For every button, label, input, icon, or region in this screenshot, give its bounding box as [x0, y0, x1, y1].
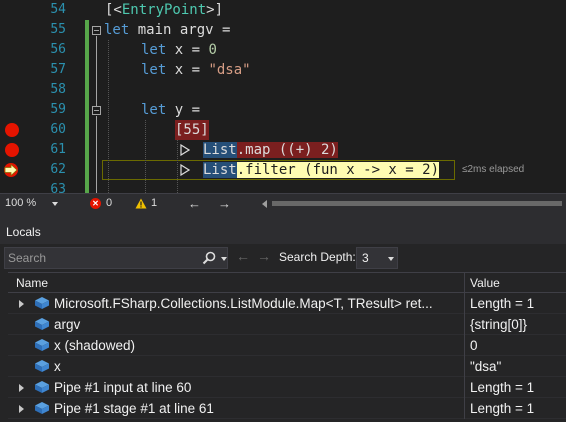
breakpoint-icon[interactable] [5, 123, 19, 137]
row-value[interactable]: Length = 1 [470, 401, 566, 416]
fold-guide [96, 116, 97, 193]
find-next-icon[interactable]: → [257, 248, 271, 264]
search-input[interactable] [8, 250, 193, 266]
expand-arrow-icon[interactable] [19, 384, 24, 392]
line-number: 60 [50, 122, 66, 137]
indent-guide [177, 140, 178, 193]
row-value[interactable]: 0 [470, 338, 566, 353]
row-name: Pipe #1 input at line 60 [54, 380, 192, 395]
zoom-dropdown-icon[interactable] [52, 202, 58, 206]
line-number: 57 [50, 62, 66, 77]
horizontal-scrollbar[interactable] [272, 201, 562, 206]
column-divider[interactable] [464, 273, 465, 293]
column-divider [464, 293, 465, 314]
row-name: x (shadowed) [54, 338, 136, 353]
variable-icon [35, 339, 49, 351]
navigate-backward-icon[interactable]: ← [188, 194, 201, 213]
row-name: Microsoft.FSharp.Collections.ListModule.… [54, 296, 433, 311]
row-value[interactable]: "dsa" [470, 359, 566, 374]
table-row[interactable]: Pipe #1 input at line 60 Length = 1 [8, 377, 566, 398]
code-text: let x = "dsa" [141, 62, 251, 78]
table-row[interactable]: x "dsa" [8, 356, 566, 377]
locals-title: Locals [6, 225, 41, 239]
column-divider [464, 356, 465, 377]
collapse-icon[interactable] [92, 106, 101, 115]
line-number: 56 [50, 42, 66, 57]
variable-icon [35, 318, 49, 330]
table-row[interactable]: Microsoft.FSharp.Collections.ListModule.… [8, 293, 566, 314]
column-divider [464, 398, 465, 419]
row-value[interactable]: {string[0]} [470, 317, 566, 332]
line-number: 59 [50, 102, 66, 117]
warning-count[interactable]: 1 [151, 194, 157, 213]
code-text: List.filter (fun x -> x = 2) [203, 162, 440, 178]
row-value[interactable]: Length = 1 [470, 296, 566, 311]
variable-icon [35, 381, 49, 393]
row-name: Pipe #1 stage #1 at line 61 [54, 401, 214, 416]
zoom-level[interactable]: 100 % [5, 194, 36, 213]
find-previous-icon[interactable]: ← [236, 248, 250, 264]
locals-toolbar: ← → Search Depth: 3 [0, 244, 566, 272]
warning-icon[interactable] [135, 198, 147, 209]
code-text: let x = 0 [141, 42, 217, 58]
expand-arrow-icon[interactable] [19, 300, 24, 308]
variable-icon [35, 360, 49, 372]
column-header-value[interactable]: Value [470, 276, 500, 290]
row-value[interactable]: Length = 1 [470, 380, 566, 395]
column-divider [464, 314, 465, 335]
code-line[interactable]: 54 [<EntryPoint>] [0, 0, 566, 20]
indent-guide [145, 120, 146, 193]
variable-icon [35, 297, 49, 309]
elapsed-time-label: ≤2ms elapsed [462, 164, 525, 175]
chevron-down-icon[interactable] [388, 257, 394, 261]
variable-icon [35, 402, 49, 414]
table-row[interactable]: x (shadowed) 0 [8, 335, 566, 356]
code-text: [55] [175, 120, 209, 140]
column-divider [464, 377, 465, 398]
grid-header: Name Value [8, 272, 566, 293]
navigate-forward-icon[interactable]: → [218, 194, 231, 213]
grid-gutter [0, 272, 8, 422]
line-number: 55 [50, 22, 66, 37]
search-depth-value: 3 [362, 251, 369, 265]
row-name: x [54, 359, 61, 374]
change-tracking-bar [85, 20, 89, 193]
code-editor[interactable]: 54 [<EntryPoint>] 55 let main argv = 56 … [0, 0, 566, 193]
search-depth-select[interactable]: 3 [356, 247, 398, 269]
expand-arrow-icon[interactable] [19, 405, 24, 413]
breakpoint-icon[interactable] [5, 143, 19, 157]
search-options-dropdown-icon[interactable] [221, 257, 227, 261]
row-name: argv [54, 317, 81, 332]
line-number: 61 [50, 142, 66, 157]
line-number: 54 [50, 2, 66, 17]
table-row[interactable]: argv {string[0]} [8, 314, 566, 335]
code-text: [<EntryPoint>] [105, 2, 224, 18]
scroll-left-icon[interactable] [262, 200, 267, 208]
search-depth-label: Search Depth: [279, 250, 356, 264]
fold-guide [96, 36, 97, 106]
line-number: 58 [50, 82, 66, 97]
locals-title-bar[interactable]: Locals [0, 219, 566, 244]
indent-guide [108, 40, 109, 193]
code-text: List.map ((+) 2) [203, 142, 338, 158]
column-divider [464, 335, 465, 356]
locals-window: Locals ← → Search Depth: 3 Name Value Mi… [0, 213, 566, 422]
table-row[interactable]: Pipe #1 stage #1 at line 61 Length = 1 [8, 398, 566, 419]
search-icon[interactable] [202, 251, 216, 265]
code-text: let y = [141, 102, 201, 118]
line-number: 62 [50, 162, 66, 177]
code-text: let main argv = [104, 22, 231, 38]
error-count[interactable]: 0 [106, 194, 112, 213]
collapse-icon[interactable] [92, 26, 101, 35]
search-box[interactable] [4, 247, 228, 269]
pipe-stage-arrow-icon [180, 164, 190, 176]
breakpoint-current-icon[interactable] [3, 162, 19, 178]
column-header-name[interactable]: Name [16, 276, 48, 290]
pipe-stage-arrow-icon [180, 144, 190, 156]
line-number: 63 [50, 182, 66, 193]
error-icon[interactable]: ✕ [90, 198, 101, 209]
editor-status-strip: 100 % ✕ 0 1 ← → [0, 193, 566, 213]
